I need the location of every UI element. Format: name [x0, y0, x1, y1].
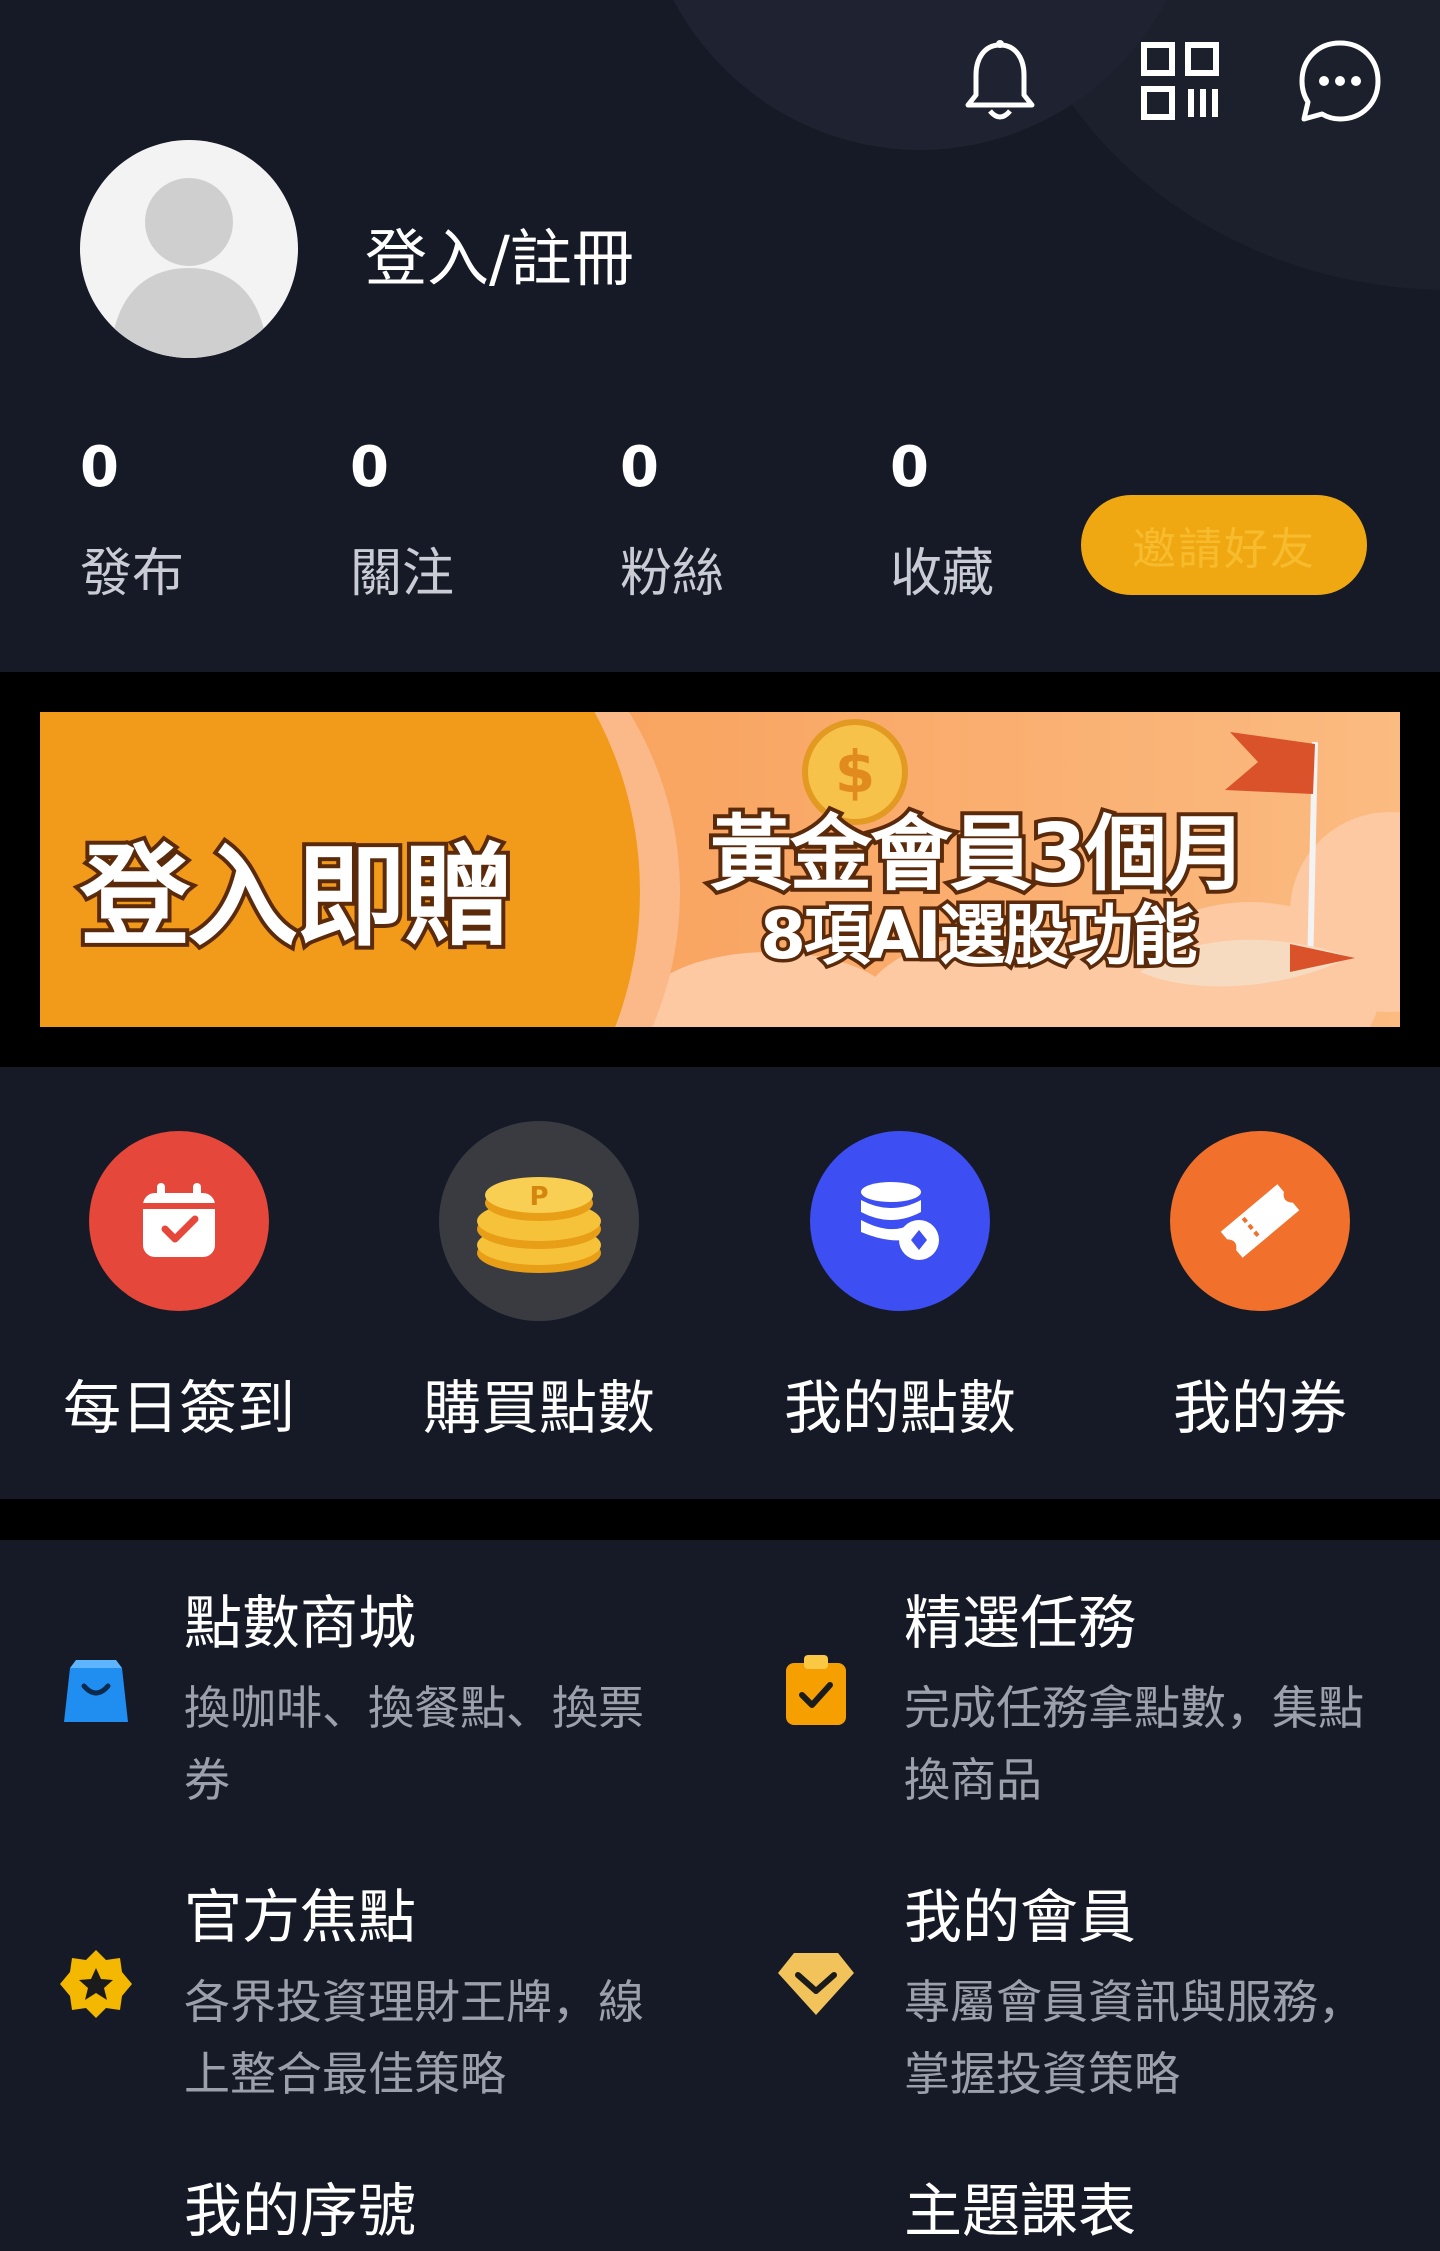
calendar-check-icon	[89, 1131, 269, 1311]
menu-item-desc: 各界投資理財王牌，線上整合最佳策略	[184, 1975, 644, 2101]
banner-subline: 8項AI選股功能	[757, 894, 1202, 978]
menu-item-desc: 專屬會員資訊與服務，掌握投資策略	[904, 1975, 1364, 2101]
promo-banner[interactable]: $ 登入即贈 黃金會員3個月 8項AI選股功能	[40, 712, 1400, 1027]
menu-item-title: 官方焦點	[184, 1883, 417, 1951]
stat-label: 關注	[350, 544, 455, 604]
menu-item-my-serial[interactable]: NO. 我的序號	[0, 2164, 680, 2251]
book-icon	[778, 2242, 854, 2251]
invite-friends-button[interactable]: 邀請好友	[1081, 495, 1367, 595]
stat-following[interactable]: 0 關注	[350, 435, 550, 604]
ticket-icon	[1170, 1131, 1350, 1311]
menu-item-title: 我的序號	[184, 2177, 417, 2245]
quick-action-label: 我的點數	[783, 1374, 1016, 1442]
gold-coins-icon: P	[439, 1121, 639, 1321]
profile-header: 登入/註冊 0 發布 0 關注 0 粉絲 0 收藏 邀請好友	[0, 0, 1440, 672]
feature-menu: 點數商城 換咖啡、換餐點、換票券 精選任務 完成任務拿點數，集點換商品 官方焦點…	[0, 1540, 1440, 2251]
quick-action-label: 我的券	[1172, 1374, 1347, 1442]
menu-item-official-focus[interactable]: 官方焦點 各界投資理財王牌，線上整合最佳策略	[0, 1870, 680, 2120]
my-coupons-button[interactable]: 我的券	[1100, 1131, 1420, 1445]
menu-item-desc: 完成任務拿點數，集點換商品	[904, 1681, 1364, 1807]
menu-item-title: 點數商城	[184, 1589, 417, 1657]
stat-label: 收藏	[890, 544, 995, 604]
stat-posts[interactable]: 0 發布	[80, 435, 280, 604]
menu-item-title: 精選任務	[904, 1589, 1137, 1657]
bell-icon[interactable]	[955, 36, 1045, 126]
menu-item-title: 我的會員	[904, 1883, 1137, 1951]
quick-action-label: 每日簽到	[62, 1374, 295, 1442]
menu-item-title: 主題課表	[904, 2177, 1137, 2245]
star-badge-icon	[58, 1946, 134, 2022]
diamond-icon	[778, 1946, 854, 2022]
menu-item-featured-tasks[interactable]: 精選任務 完成任務拿點數，集點換商品	[720, 1576, 1400, 1826]
svg-text:P: P	[529, 1182, 548, 1212]
stat-value: 0	[890, 435, 929, 500]
menu-item-my-membership[interactable]: 我的會員 專屬會員資訊與服務，掌握投資策略	[720, 1870, 1400, 2120]
stat-label: 發布	[80, 544, 185, 604]
avatar[interactable]	[80, 140, 298, 358]
stat-followers[interactable]: 0 粉絲	[620, 435, 820, 604]
shopping-bag-icon	[58, 1652, 134, 1728]
quick-action-label: 購買點數	[422, 1374, 655, 1442]
banner-left-text: 登入即贈	[76, 829, 518, 965]
chat-bubble-icon[interactable]	[1295, 36, 1385, 126]
my-points-button[interactable]: 我的點數	[740, 1131, 1060, 1445]
clipboard-check-icon	[778, 1652, 854, 1728]
user-silhouette-icon	[110, 178, 268, 358]
qr-code-icon[interactable]	[1135, 36, 1225, 126]
quick-actions: 每日簽到 P 購買點數 我的點數 我的券	[0, 1067, 1440, 1499]
stat-value: 0	[80, 435, 119, 500]
login-register-link[interactable]: 登入/註冊	[365, 208, 634, 298]
stat-label: 粉絲	[620, 544, 725, 604]
database-icon	[810, 1131, 990, 1311]
buy-points-button[interactable]: P 購買點數	[379, 1121, 699, 1445]
menu-item-points-mall[interactable]: 點數商城 換咖啡、換餐點、換票券	[0, 1576, 680, 1826]
stat-favorites[interactable]: 0 收藏	[890, 435, 1090, 604]
stat-value: 0	[350, 435, 389, 500]
daily-checkin-button[interactable]: 每日簽到	[19, 1131, 339, 1445]
serial-number-icon: NO.	[58, 2242, 134, 2251]
menu-item-theme-courses[interactable]: 主題課表	[720, 2164, 1400, 2251]
stat-value: 0	[620, 435, 659, 500]
menu-item-desc: 換咖啡、換餐點、換票券	[184, 1681, 644, 1807]
